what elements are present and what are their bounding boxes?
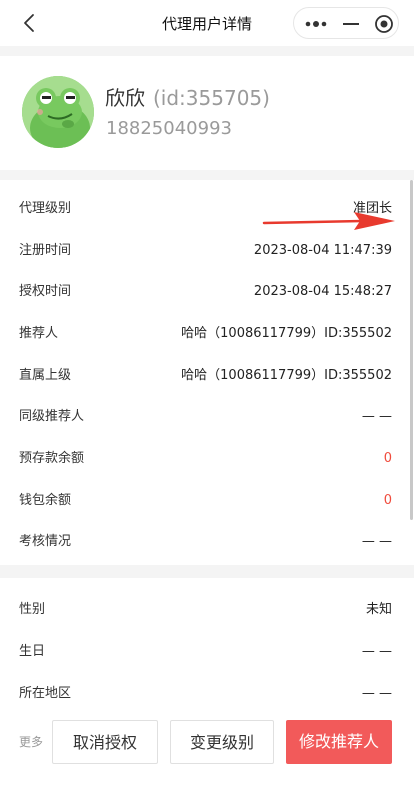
row-value: 0 bbox=[383, 493, 392, 508]
agent-info-section: 代理级别 准团长 注册时间 2023-08-04 11:47:39 授权时间 2… bbox=[0, 180, 414, 565]
user-name-text: 欣欣 bbox=[105, 86, 145, 110]
row-value: 哈哈（10086117799）ID:355502 bbox=[181, 326, 392, 341]
user-id: (id:355705) bbox=[153, 86, 270, 110]
row-value: 2023-08-04 15:48:27 bbox=[253, 284, 392, 299]
row-label: 所在地区 bbox=[19, 686, 72, 701]
row-label: 同级推荐人 bbox=[19, 409, 85, 424]
scrollbar[interactable] bbox=[410, 180, 413, 520]
info-row-prepaid-balance: 预存款余额 0 bbox=[0, 438, 414, 479]
info-row-referrer: 推荐人 哈哈（10086117799）ID:355502 bbox=[0, 313, 414, 354]
frog-avatar bbox=[22, 76, 94, 148]
minimize-icon[interactable] bbox=[341, 17, 361, 31]
row-value: — — bbox=[361, 644, 392, 659]
row-value: 哈哈（10086117799）ID:355502 bbox=[181, 368, 392, 383]
row-label: 预存款余额 bbox=[19, 451, 85, 466]
row-label: 注册时间 bbox=[19, 243, 72, 258]
row-label: 推荐人 bbox=[19, 326, 59, 341]
user-name: 欣欣 (id:355705) bbox=[105, 82, 270, 111]
row-value: — — bbox=[361, 534, 392, 549]
row-label: 授权时间 bbox=[19, 284, 72, 299]
info-row-wallet-balance: 钱包余额 0 bbox=[0, 480, 414, 521]
row-value: — — bbox=[361, 686, 392, 701]
avatar[interactable] bbox=[22, 76, 94, 148]
modify-referrer-button[interactable]: 修改推荐人 bbox=[286, 720, 392, 764]
profile-card: 欣欣 (id:355705) 18825040993 bbox=[0, 56, 414, 170]
row-value: 2023-08-04 11:47:39 bbox=[253, 243, 392, 258]
info-row-birthday: 生日 — — bbox=[0, 631, 414, 672]
mini-program-capsule bbox=[293, 7, 399, 39]
nav-bar: 代理用户详情 bbox=[0, 0, 414, 46]
arrow-annotation-icon bbox=[262, 212, 395, 230]
info-row-gender: 性别 未知 bbox=[0, 589, 414, 630]
info-row-peer-referrer: 同级推荐人 — — bbox=[0, 396, 414, 437]
info-row-region: 所在地区 — — bbox=[0, 673, 414, 714]
more-dots-icon[interactable] bbox=[304, 17, 328, 31]
row-value: 未知 bbox=[365, 602, 392, 617]
row-value: 0 bbox=[383, 451, 392, 466]
row-label: 性别 bbox=[19, 602, 46, 617]
info-row-register-time: 注册时间 2023-08-04 11:47:39 bbox=[0, 230, 414, 271]
row-label: 考核情况 bbox=[19, 534, 72, 549]
close-target-icon[interactable] bbox=[374, 14, 394, 34]
more-button[interactable]: 更多 bbox=[19, 712, 43, 772]
row-label: 生日 bbox=[19, 644, 46, 659]
change-level-button[interactable]: 变更级别 bbox=[170, 720, 274, 764]
info-row-auth-time: 授权时间 2023-08-04 15:48:27 bbox=[0, 271, 414, 312]
cancel-auth-button[interactable]: 取消授权 bbox=[52, 720, 158, 764]
action-bar: 更多 取消授权 变更级别 修改推荐人 bbox=[0, 712, 414, 772]
row-label: 钱包余额 bbox=[19, 493, 72, 508]
row-label: 代理级别 bbox=[19, 201, 72, 216]
info-row-direct-superior: 直属上级 哈哈（10086117799）ID:355502 bbox=[0, 355, 414, 396]
row-label: 直属上级 bbox=[19, 368, 72, 383]
row-value: — — bbox=[361, 409, 392, 424]
info-row-assessment: 考核情况 — — bbox=[0, 521, 414, 562]
user-phone: 18825040993 bbox=[106, 118, 232, 139]
